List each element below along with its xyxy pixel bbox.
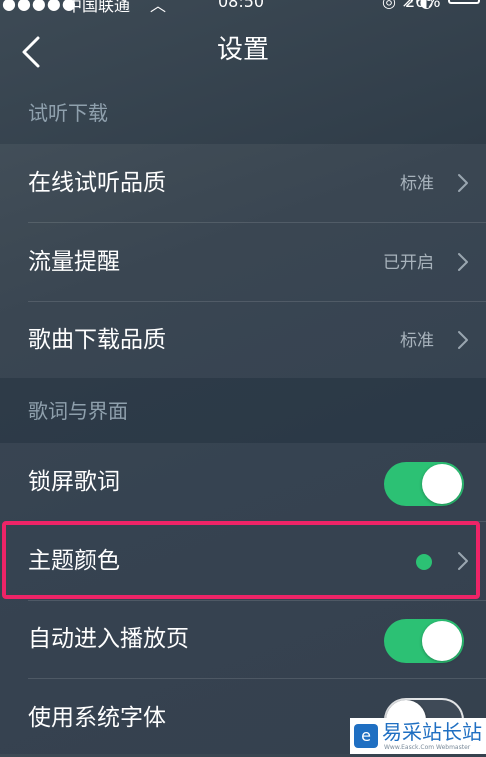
highlight-annotation-box [2, 521, 480, 599]
setting-row-lockscreen-lyrics: 锁屏歌词 [0, 443, 486, 521]
setting-label: 锁屏歌词 [28, 469, 120, 495]
chevron-right-icon [458, 253, 468, 271]
nav-bar: 设置 [0, 20, 486, 84]
setting-label: 在线试听品质 [28, 170, 166, 196]
status-time: 08:50 [218, 0, 265, 11]
setting-label: 使用系统字体 [28, 705, 166, 731]
setting-label: 流量提醒 [28, 249, 120, 275]
setting-row-online-quality[interactable]: 在线试听品质 标准 [0, 144, 486, 222]
carrier-name: 中国联通 [66, 0, 131, 15]
setting-label: 自动进入播放页 [28, 626, 189, 652]
watermark-logo-icon: e [354, 724, 378, 748]
setting-value: 标准 [400, 331, 434, 351]
watermark-name: 易采站长站 [382, 720, 482, 744]
battery-percent: 26% [405, 0, 441, 11]
wifi-icon: ︿ [150, 0, 167, 15]
section-header-listen-download: 试听下载 [28, 101, 108, 125]
page-title: 设置 [216, 35, 269, 65]
chevron-right-icon [458, 331, 468, 349]
watermark: e 易采站长站 Www.Easck.Com Webmaster [350, 718, 486, 754]
setting-row-data-reminder[interactable]: 流量提醒 已开启 [0, 223, 486, 301]
auto-play-page-toggle[interactable] [384, 619, 464, 663]
setting-row-download-quality[interactable]: 歌曲下载品质 标准 [0, 301, 486, 379]
toggle-knob [422, 464, 462, 504]
setting-label: 歌曲下载品质 [28, 327, 166, 353]
battery-icon [448, 0, 480, 4]
watermark-url: Www.Easck.Com Webmaster [384, 744, 471, 751]
setting-value: 标准 [400, 174, 434, 194]
listen-download-group: 在线试听品质 标准 流量提醒 已开启 歌曲下载品质 标准 [0, 144, 486, 378]
toggle-knob [422, 621, 462, 661]
lockscreen-lyrics-toggle[interactable] [384, 462, 464, 506]
status-bar: ●●●●● 中国联通 ︿ 08:50 ◎ ↗ ◐ 26% [0, 0, 486, 15]
setting-row-auto-play-page: 自动进入播放页 [0, 600, 486, 678]
setting-value: 已开启 [383, 253, 434, 273]
section-header-lyrics-ui: 歌词与界面 [28, 399, 128, 423]
chevron-right-icon [458, 174, 468, 192]
logo-mark: e [361, 726, 371, 745]
